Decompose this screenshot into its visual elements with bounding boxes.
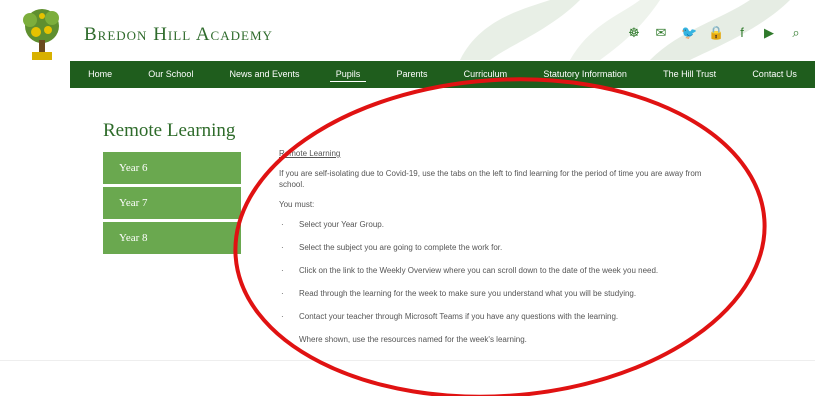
header-icon-bar: ☸ ✉ 🐦 🔒 f ▶ ⌕ [627, 26, 803, 40]
side-item-year-6[interactable]: Year 6 [103, 152, 241, 184]
list-item: Where shown, use the resources named for… [279, 334, 729, 345]
lock-icon[interactable]: 🔒 [708, 26, 724, 40]
site-header: Bredon Hill Academy ☸ ✉ 🐦 🔒 f ▶ ⌕ [0, 0, 815, 60]
school-name[interactable]: Bredon Hill Academy [84, 24, 273, 46]
footer-divider [0, 360, 815, 361]
list-item: Read through the learning for the week t… [279, 288, 729, 299]
youtube-icon[interactable]: ▶ [762, 26, 776, 40]
nav-statutory-information[interactable]: Statutory Information [525, 61, 645, 88]
academy-logo[interactable] [18, 6, 66, 60]
steps-list: Select your Year Group. Select the subje… [279, 219, 729, 345]
nav-curriculum[interactable]: Curriculum [446, 61, 526, 88]
must-label: You must: [279, 200, 315, 209]
content-heading[interactable]: Remote Learning [279, 148, 729, 159]
search-icon[interactable]: ⌕ [789, 26, 803, 40]
facebook-icon[interactable]: f [735, 26, 749, 40]
list-item: Click on the link to the Weekly Overview… [279, 265, 729, 276]
intro-text: If you are self-isolating due to Covid-1… [279, 169, 702, 189]
main-nav: Home Our School News and Events Pupils P… [70, 61, 815, 88]
nav-parents[interactable]: Parents [378, 61, 445, 88]
list-item: Select the subject you are going to comp… [279, 242, 729, 253]
nav-contact-us[interactable]: Contact Us [734, 61, 815, 88]
side-item-year-7[interactable]: Year 7 [103, 187, 241, 219]
list-item: Contact your teacher through Microsoft T… [279, 311, 729, 322]
content-area: Remote Learning If you are self-isolatin… [279, 148, 729, 357]
nav-news-events[interactable]: News and Events [211, 61, 317, 88]
list-item: Select your Year Group. [279, 219, 729, 230]
nav-home[interactable]: Home [70, 61, 130, 88]
nav-hill-trust[interactable]: The Hill Trust [645, 61, 734, 88]
twitter-icon[interactable]: 🐦 [681, 26, 697, 40]
sign-language-icon[interactable]: ☸ [627, 26, 641, 40]
nav-pupils[interactable]: Pupils [318, 61, 379, 88]
email-icon[interactable]: ✉ [654, 26, 668, 40]
page-title: Remote Learning [103, 120, 236, 141]
nav-our-school[interactable]: Our School [130, 61, 211, 88]
side-item-year-8[interactable]: Year 8 [103, 222, 241, 254]
side-menu: Year 6 Year 7 Year 8 [103, 152, 241, 257]
